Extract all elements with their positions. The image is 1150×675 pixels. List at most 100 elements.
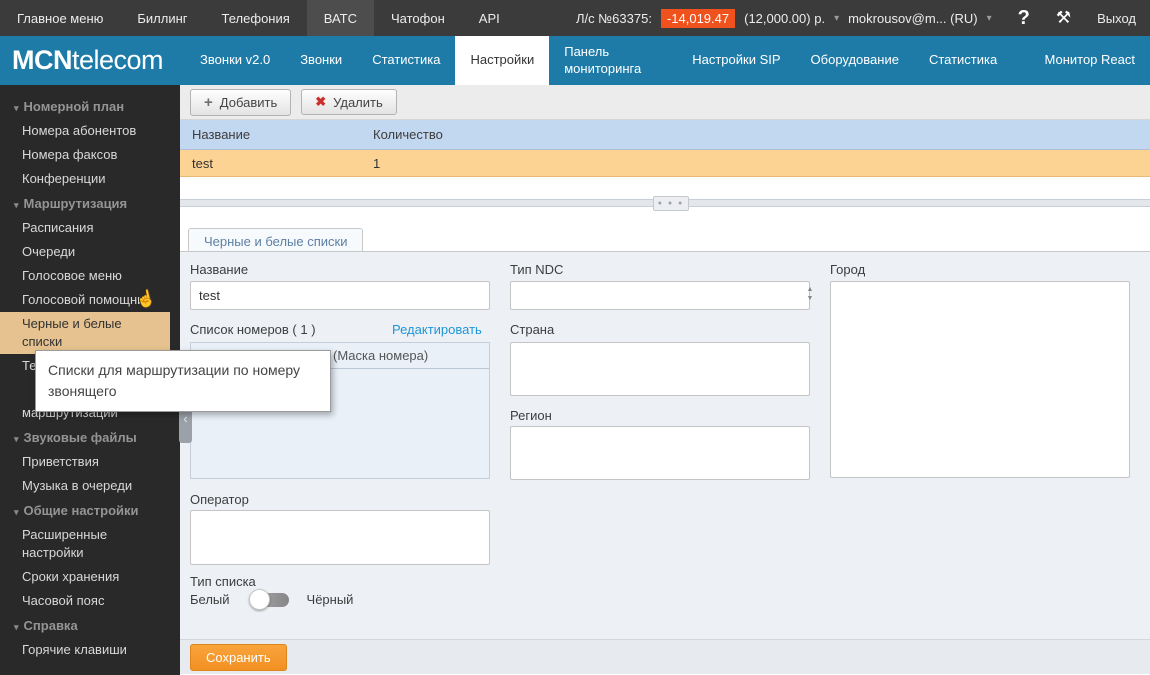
sidebar-section-routing[interactable]: ▾ Маршрутизация [0,191,180,216]
sidebar-section-title: Маршрутизация [24,196,128,211]
nav-tab-statistics-2[interactable]: Статистика [914,36,1012,85]
add-button[interactable]: + Добавить [190,89,291,116]
region-textarea[interactable] [510,426,810,480]
topbar-item-billing[interactable]: Биллинг [120,0,204,36]
sidebar-item-voice-menu[interactable]: Голосовое меню [0,264,180,288]
sidebar-item-hotkeys[interactable]: Горячие клавиши [0,638,180,662]
nav-tab-sip-settings[interactable]: Настройки SIP [677,36,795,85]
drag-dots-icon: ● ● ● [658,200,685,207]
ndc-type-label: Тип NDC [510,262,563,277]
form-tab-row: Черные и белые списки [180,227,1150,251]
ndc-type-input[interactable] [510,281,810,310]
splitter-handle[interactable]: ● ● ● [653,196,689,211]
collapse-triangle-icon: ▾ [14,507,19,517]
nav-tab-statistics[interactable]: Статистика [357,36,455,85]
account-number-label: Л/с №63375: [576,11,652,26]
horizontal-splitter[interactable]: ● ● ● [180,199,1150,207]
spinner-up-icon[interactable]: ▲ [807,285,814,294]
sidebar-item-schedules[interactable]: Расписания [0,216,180,240]
app-window: Главное меню Биллинг Телефония ВАТС Чато… [0,0,1150,675]
help-icon[interactable]: ? [1018,7,1030,30]
white-option-label: Белый [190,592,230,607]
operator-textarea[interactable] [190,510,490,565]
tooltip: Списки для маршрутизации по номеру звоня… [35,350,331,412]
city-textarea[interactable] [830,281,1130,478]
sidebar-item-subscriber-numbers[interactable]: Номера абонентов [0,119,180,143]
country-textarea[interactable] [510,342,810,396]
row-cell-name: test [180,156,373,171]
list-type-label: Тип списка [190,574,256,589]
sidebar-section-number-plan[interactable]: ▾ Номерной план [0,94,180,119]
collapse-triangle-icon: ▾ [14,434,19,444]
list-type-toggle[interactable] [252,593,289,607]
topbar-item-telephony[interactable]: Телефония [205,0,307,36]
edit-link[interactable]: Редактировать [392,322,482,337]
grid-header: Название Количество [180,120,1150,150]
form-panel: Название Список номеров ( 1 ) Редактиров… [180,251,1150,639]
grid-row-selected[interactable]: test 1 [180,150,1150,177]
balance-badge: -14,019.47 [661,9,735,28]
name-input[interactable] [190,281,490,310]
sidebar-item-queue-music[interactable]: Музыка в очереди [0,474,180,498]
sidebar-section-title: Звуковые файлы [24,430,137,445]
user-caret-icon[interactable]: ▾ [987,13,992,24]
row-cell-count: 1 [373,156,1150,171]
chevron-left-icon: ‹ [183,411,187,426]
sidebar-section-title: Справка [24,618,78,633]
sidebar-item-timezone[interactable]: Часовой пояс [0,589,180,613]
sidebar-section-sound-files[interactable]: ▾ Звуковые файлы [0,425,180,450]
sidebar-item-queues[interactable]: Очереди [0,240,180,264]
delete-button-label: Удалить [333,95,383,110]
nav-tab-monitor-react[interactable]: Монитор React [1030,36,1150,85]
user-menu[interactable]: mokrousov@m... (RU) [848,11,978,26]
column-header-name[interactable]: Название [180,127,373,142]
form-footer: Сохранить [180,639,1150,674]
toggle-knob[interactable] [249,589,270,610]
sidebar-item-retention-periods[interactable]: Сроки хранения [0,565,180,589]
sidebar-section-title: Номерной план [24,99,125,114]
topbar-item-main-menu[interactable]: Главное меню [0,0,120,36]
ndc-spinner[interactable]: ▲ ▼ [802,281,818,306]
region-label: Регион [510,408,552,423]
collapse-triangle-icon: ▾ [14,103,19,113]
nav-tab-settings-active[interactable]: Настройки [455,36,549,85]
numbers-list-label: Список номеров ( 1 ) [190,322,316,337]
column-header-count[interactable]: Количество [373,127,1150,142]
credit-limit-label: (12,000.00) р. [744,11,825,26]
nav-tab-calls[interactable]: Звонки [285,36,357,85]
logo[interactable]: MCNtelecom [0,36,185,85]
logout-link[interactable]: Выход [1097,11,1136,26]
list-type-toggle-row: Белый Чёрный [190,592,353,607]
delete-button[interactable]: ✖Удалить [301,89,397,115]
collapse-triangle-icon: ▾ [14,200,19,210]
topbar-item-vats-active[interactable]: ВАТС [307,0,374,36]
name-label: Название [190,262,248,277]
sidebar-item-fax-numbers[interactable]: Номера факсов [0,143,180,167]
spinner-down-icon[interactable]: ▼ [807,294,814,303]
hand-cursor-icon: ☝ [134,287,158,311]
topbar-item-chatofon[interactable]: Чатофон [374,0,462,36]
plus-icon: + [204,94,213,111]
main-nav-bar: MCNtelecom Звонки v2.0 Звонки Статистика… [0,36,1150,85]
add-button-label: Добавить [220,95,277,110]
sidebar-item-black-white-lists[interactable]: Черные и белые списки [0,312,170,354]
logo-bold: MCN [12,45,72,76]
operator-label: Оператор [190,492,249,507]
black-option-label: Чёрный [307,592,354,607]
collapse-triangle-icon: ▾ [14,622,19,632]
country-label: Страна [510,322,554,337]
topbar-item-api[interactable]: API [462,0,517,36]
sidebar-section-help[interactable]: ▾ Справка [0,613,180,638]
toolbar: + Добавить ✖Удалить [180,85,1150,120]
sidebar-section-general-settings[interactable]: ▾Общие настройки [0,498,180,523]
nav-tab-calls-v2[interactable]: Звонки v2.0 [185,36,285,85]
nav-tab-equipment[interactable]: Оборудование [796,36,914,85]
sidebar-item-advanced-settings[interactable]: Расширенные настройки [0,523,150,565]
tools-icon[interactable]: ⚒ [1056,8,1071,28]
top-menu-bar: Главное меню Биллинг Телефония ВАТС Чато… [0,0,1150,36]
sidebar-item-conferences[interactable]: Конференции [0,167,180,191]
save-button[interactable]: Сохранить [190,644,287,671]
balance-caret-icon[interactable]: ▾ [834,13,839,24]
nav-tab-monitoring-panel[interactable]: Панель мониторинга [549,36,677,85]
sidebar-item-greetings[interactable]: Приветствия [0,450,180,474]
